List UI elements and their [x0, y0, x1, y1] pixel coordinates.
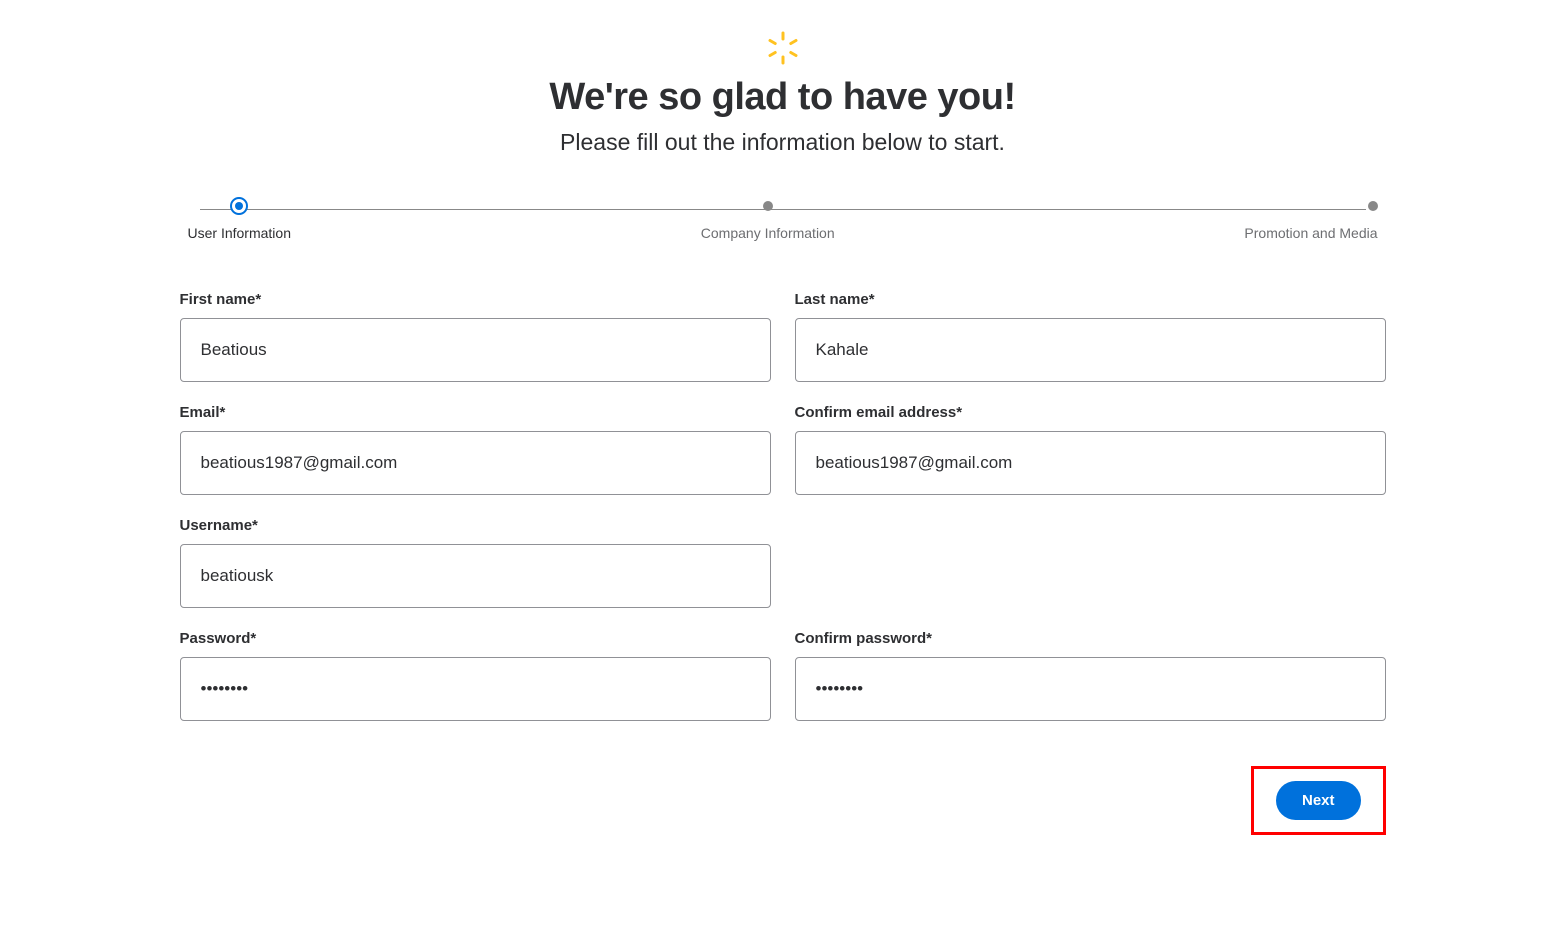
- field-username: Username*: [180, 517, 771, 608]
- grid-spacer: [795, 517, 1386, 608]
- next-button[interactable]: Next: [1276, 781, 1361, 820]
- email-label: Email*: [180, 404, 771, 421]
- field-confirm-password: Confirm password*: [795, 630, 1386, 721]
- first-name-label: First name*: [180, 291, 771, 308]
- step-promotion-media: Promotion and Media: [1244, 201, 1377, 241]
- next-button-highlight: Next: [1251, 766, 1386, 835]
- field-last-name: Last name*: [795, 291, 1386, 382]
- confirm-password-input[interactable]: [795, 657, 1386, 721]
- signup-form: First name* Last name* Email* Confirm em…: [178, 291, 1388, 721]
- signup-container: We're so glad to have you! Please fill o…: [178, 0, 1388, 875]
- walmart-spark-logo: [178, 30, 1388, 66]
- confirm-email-label: Confirm email address*: [795, 404, 1386, 421]
- page-subtitle: Please fill out the information below to…: [178, 129, 1388, 156]
- step-label: Promotion and Media: [1244, 225, 1377, 241]
- step-dot: [1368, 201, 1378, 211]
- last-name-label: Last name*: [795, 291, 1386, 308]
- spark-icon: [765, 30, 801, 66]
- username-label: Username*: [180, 517, 771, 534]
- email-input[interactable]: [180, 431, 771, 495]
- field-confirm-email: Confirm email address*: [795, 404, 1386, 495]
- step-dot-active: [230, 197, 248, 215]
- last-name-input[interactable]: [795, 318, 1386, 382]
- password-label: Password*: [180, 630, 771, 647]
- field-first-name: First name*: [180, 291, 771, 382]
- form-actions: Next: [178, 766, 1388, 835]
- step-company-information: Company Information: [701, 201, 835, 241]
- confirm-email-input[interactable]: [795, 431, 1386, 495]
- progress-stepper: User Information Company Information Pro…: [188, 201, 1378, 241]
- field-password: Password*: [180, 630, 771, 721]
- step-label: Company Information: [701, 225, 835, 241]
- field-email: Email*: [180, 404, 771, 495]
- step-user-information: User Information: [188, 201, 291, 241]
- step-label: User Information: [188, 225, 291, 241]
- page-title: We're so glad to have you!: [178, 76, 1388, 119]
- password-input[interactable]: [180, 657, 771, 721]
- first-name-input[interactable]: [180, 318, 771, 382]
- username-input[interactable]: [180, 544, 771, 608]
- step-dot: [763, 201, 773, 211]
- confirm-password-label: Confirm password*: [795, 630, 1386, 647]
